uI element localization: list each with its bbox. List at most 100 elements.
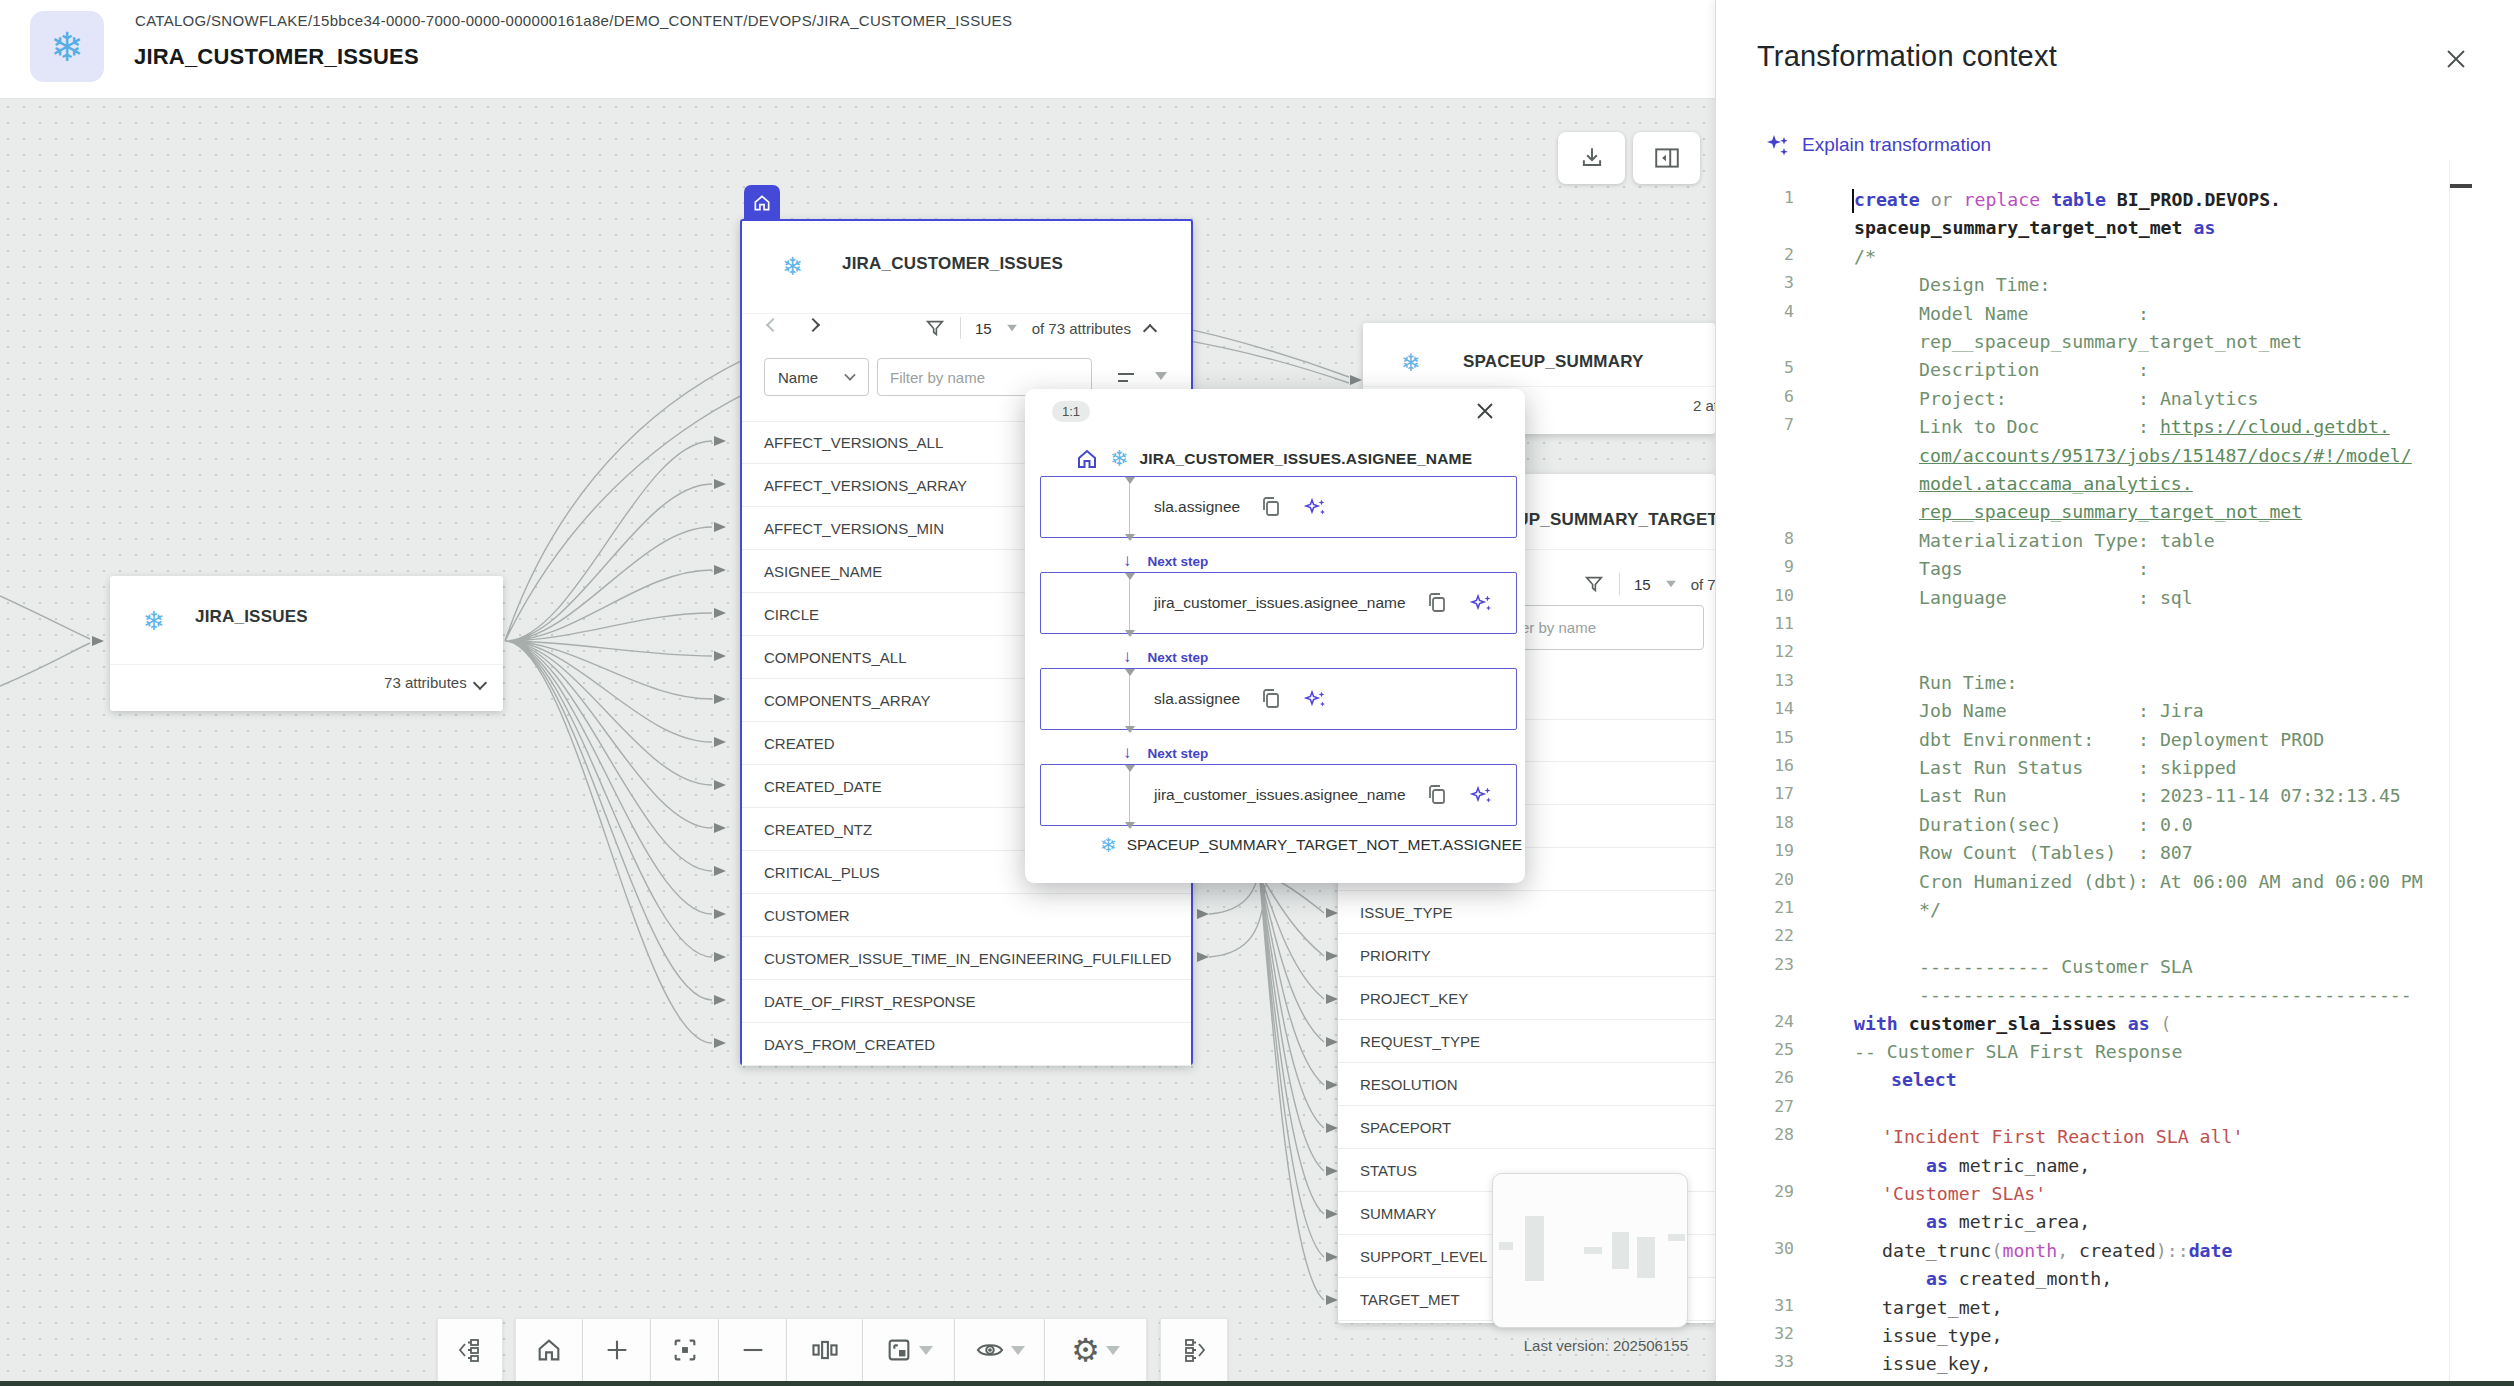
bottom-strip xyxy=(0,1381,2514,1386)
line-number: 11 xyxy=(1736,614,1794,633)
attribute-row[interactable]: DAYS_FROM_CREATED xyxy=(742,1023,1191,1066)
snowflake-icon: ❄ xyxy=(782,252,803,281)
explain-transformation-button[interactable]: Explain transformation xyxy=(1764,132,1991,158)
zoom-in-button[interactable] xyxy=(583,1318,651,1381)
line-number: 19 xyxy=(1736,841,1794,860)
attribute-row[interactable]: PROJECT_KEY xyxy=(1338,977,1715,1020)
panel-title: Transformation context xyxy=(1757,40,2057,73)
line-number: 24 xyxy=(1736,1012,1794,1031)
page-size[interactable]: 15 xyxy=(975,320,992,337)
line-number: 33 xyxy=(1736,1352,1794,1371)
node-title: JIRA_ISSUES xyxy=(195,607,308,627)
lineage-step-box[interactable]: jira_customer_issues.asignee_name xyxy=(1040,572,1517,634)
prev-page-icon[interactable] xyxy=(766,318,780,332)
close-icon[interactable] xyxy=(2445,48,2467,70)
lineage-step-box[interactable]: sla.assignee xyxy=(1040,668,1517,730)
copy-icon[interactable] xyxy=(1425,783,1449,807)
attribute-row[interactable]: SPACEPORT xyxy=(1338,1106,1715,1149)
ai-sparkle-icon[interactable] xyxy=(1468,782,1494,808)
line-number: 32 xyxy=(1736,1324,1794,1343)
line-number: 20 xyxy=(1736,870,1794,889)
fit-view-button[interactable] xyxy=(651,1318,719,1381)
expand-upstream-button[interactable] xyxy=(437,1318,503,1381)
line-number: 17 xyxy=(1736,784,1794,803)
line-number: 28 xyxy=(1736,1125,1794,1144)
step-expression: sla.assignee xyxy=(1154,498,1240,516)
line-number: 21 xyxy=(1736,898,1794,917)
snowflake-icon: ❄ xyxy=(143,606,165,637)
line-number: 25 xyxy=(1736,1040,1794,1059)
lineage-step-popup[interactable]: 1:1 ❄ JIRA_CUSTOMER_ISSUES.ASIGNEE_NAME … xyxy=(1025,389,1525,883)
eye-icon xyxy=(975,1336,1005,1364)
sql-code-view[interactable]: 1create or replace table BI_PROD.DEVOPS.… xyxy=(1716,186,2514,1381)
collapse-icon[interactable] xyxy=(1143,324,1157,338)
zoom-out-button[interactable] xyxy=(719,1318,787,1381)
snowflake-source-icon: ❄ xyxy=(30,11,104,82)
lineage-step-box[interactable]: sla.assignee xyxy=(1040,476,1517,538)
node-jira-issues[interactable]: ❄ JIRA_ISSUES 73 attributes xyxy=(110,576,503,711)
next-step-label: ↓Next step xyxy=(1123,647,1208,667)
visibility-button[interactable] xyxy=(955,1318,1045,1381)
copy-icon[interactable] xyxy=(1425,591,1449,615)
attribute-row[interactable]: ISSUE_TYPE xyxy=(1338,891,1715,934)
line-number: 13 xyxy=(1736,671,1794,690)
line-number: 18 xyxy=(1736,813,1794,832)
distribute-icon xyxy=(810,1336,840,1364)
attributes-summary[interactable]: 2 attributes xyxy=(1693,397,1715,414)
settings-button[interactable]: ⚙ xyxy=(1045,1318,1147,1381)
attributes-count: of 73 attributes xyxy=(1691,576,1715,593)
line-number: 12 xyxy=(1736,642,1794,661)
attributes-count: of 73 attributes xyxy=(1032,320,1131,337)
page-size[interactable]: 15 xyxy=(1634,576,1651,593)
toggle-panel-button[interactable] xyxy=(1633,132,1700,184)
download-button[interactable] xyxy=(1558,132,1625,184)
line-number: 9 xyxy=(1736,557,1794,576)
next-page-icon[interactable] xyxy=(806,318,820,332)
fit-screen-icon xyxy=(671,1336,699,1364)
home-icon xyxy=(535,1336,563,1364)
group-view-button[interactable] xyxy=(863,1318,955,1381)
snowflake-icon: ❄ xyxy=(1401,349,1421,377)
copy-icon[interactable] xyxy=(1259,687,1283,711)
home-icon[interactable] xyxy=(1075,447,1099,471)
filter-icon[interactable] xyxy=(924,317,946,339)
filter-icon[interactable] xyxy=(1583,573,1605,595)
attribute-row[interactable]: DATE_OF_FIRST_RESPONSE xyxy=(742,980,1191,1023)
copy-icon[interactable] xyxy=(1259,495,1283,519)
line-number: 16 xyxy=(1736,756,1794,775)
attributes-summary[interactable]: 73 attributes xyxy=(384,674,485,691)
snowflake-icon: ❄ xyxy=(1100,833,1117,857)
collapse-panel-icon xyxy=(1653,145,1681,171)
minimap[interactable] xyxy=(1492,1173,1688,1328)
layout-button[interactable] xyxy=(787,1318,863,1381)
transformation-context-panel: Transformation context Explain transform… xyxy=(1715,0,2514,1386)
line-number: 5 xyxy=(1736,358,1794,377)
attribute-row[interactable]: CUSTOMER xyxy=(742,894,1191,937)
ai-sparkle-icon xyxy=(1764,132,1790,158)
attribute-row[interactable]: REQUEST_TYPE xyxy=(1338,1020,1715,1063)
ai-sparkle-icon[interactable] xyxy=(1468,590,1494,616)
home-icon xyxy=(752,193,772,213)
text-cursor xyxy=(1852,189,1854,213)
line-number: 10 xyxy=(1736,586,1794,605)
home-button[interactable] xyxy=(515,1318,583,1381)
sort-icon[interactable] xyxy=(1114,367,1138,389)
ai-sparkle-icon[interactable] xyxy=(1302,686,1328,712)
line-number: 31 xyxy=(1736,1296,1794,1315)
plus-icon xyxy=(603,1336,631,1364)
name-filter-select[interactable]: Name xyxy=(764,358,869,396)
lineage-canvas[interactable]: ❄ JIRA_ISSUES 73 attributes ❄ SPACEUP_SU… xyxy=(0,98,1715,1381)
line-number: 8 xyxy=(1736,529,1794,548)
close-icon[interactable] xyxy=(1475,401,1495,421)
cardinality-badge: 1:1 xyxy=(1052,401,1090,422)
attribute-row[interactable]: CUSTOMER_ISSUE_TIME_IN_ENGINEERING_FULFI… xyxy=(742,937,1191,980)
home-tab[interactable] xyxy=(744,185,780,221)
line-number: 3 xyxy=(1736,273,1794,292)
breadcrumb[interactable]: CATALOG/SNOWFLAKE/15bbce34-0000-7000-000… xyxy=(135,12,1012,29)
gear-icon: ⚙ xyxy=(1071,1334,1100,1366)
lineage-step-box[interactable]: jira_customer_issues.asignee_name xyxy=(1040,764,1517,826)
expand-downstream-button[interactable] xyxy=(1160,1318,1228,1381)
ai-sparkle-icon[interactable] xyxy=(1302,494,1328,520)
attribute-row[interactable]: PRIORITY xyxy=(1338,934,1715,977)
attribute-row[interactable]: RESOLUTION xyxy=(1338,1063,1715,1106)
